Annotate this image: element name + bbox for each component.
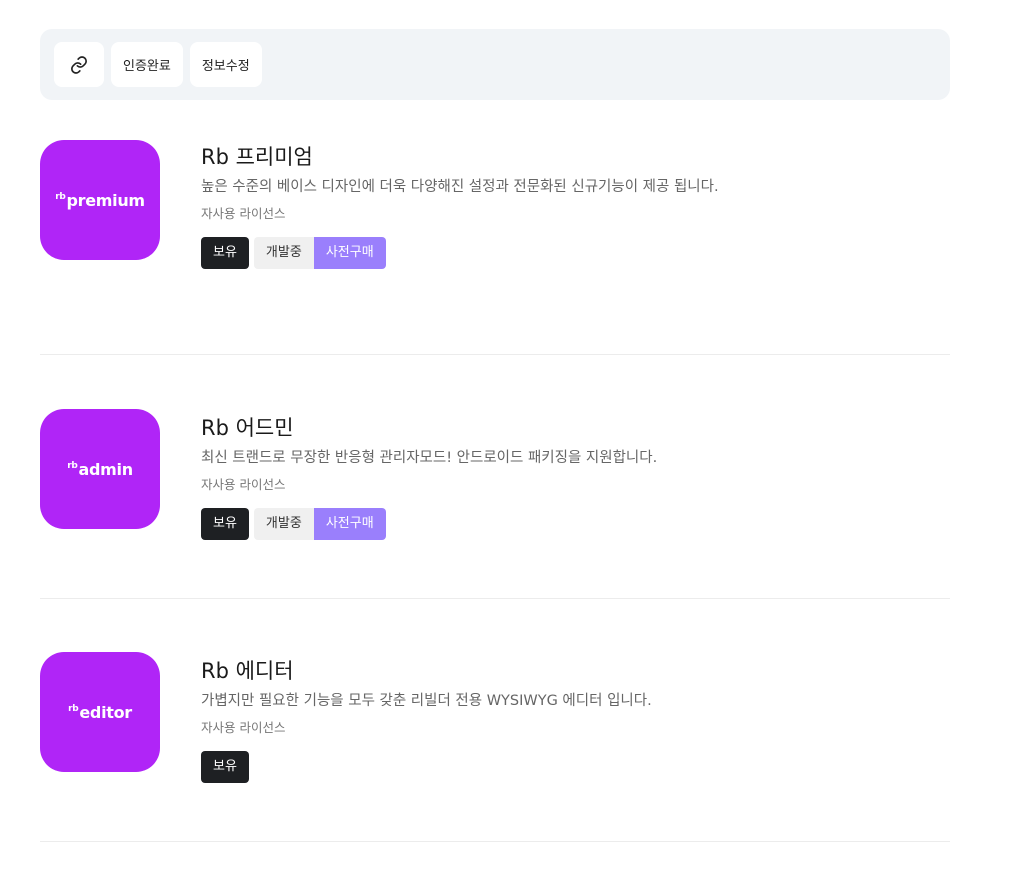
product-item-editor: rb editor Rb 에디터 가볍지만 필요한 기능을 모두 갖춘 리빌더 전…	[40, 652, 950, 842]
logo-prefix: rb	[68, 704, 79, 714]
product-description: 높은 수준의 베이스 디자인에 더욱 다양해진 설정과 전문화된 신규기능이 제…	[201, 179, 719, 195]
link-button[interactable]	[54, 42, 104, 87]
owned-badge: 보유	[201, 237, 249, 269]
product-title[interactable]: Rb 어드민	[201, 413, 901, 443]
product-license: 자사용 라이선스	[201, 477, 286, 492]
badge-group: 보유 개발중 사전구매	[201, 237, 901, 269]
product-title[interactable]: Rb 프리미엄	[201, 142, 901, 172]
product-description: 최신 트랜드로 무장한 반응형 관리자모드! 안드로이드 패키징을 지원합니다.	[201, 450, 658, 466]
verified-button[interactable]: 인증완료	[111, 42, 183, 87]
developing-badge: 개발중	[253, 508, 314, 540]
product-license: 자사용 라이선스	[201, 720, 286, 735]
product-info: Rb 프리미엄 높은 수준의 베이스 디자인에 더욱 다양해진 설정과 전문화된…	[201, 142, 901, 269]
editor-logo[interactable]: rb editor	[40, 652, 160, 772]
product-info: Rb 에디터 가볍지만 필요한 기능을 모두 갖춘 리빌더 전용 WYSIWYG…	[201, 656, 901, 783]
owned-badge: 보유	[201, 508, 249, 540]
link-icon	[71, 55, 87, 74]
premium-logo[interactable]: rb premium	[40, 140, 160, 260]
badge-group: 보유 개발중 사전구매	[201, 508, 901, 540]
preorder-badge[interactable]: 사전구매	[313, 508, 386, 540]
product-item-premium: rb premium Rb 프리미엄 높은 수준의 베이스 디자인에 더욱 다양해…	[40, 140, 950, 355]
logo-prefix: rb	[67, 461, 78, 471]
logo-word: editor	[79, 702, 132, 722]
badge-group: 보유	[201, 751, 901, 783]
product-item-admin: rb admin Rb 어드민 최신 트랜드로 무장한 반응형 관리자모드! 안드…	[40, 409, 950, 599]
toolbar: 인증완료 정보수정	[40, 29, 950, 100]
admin-logo[interactable]: rb admin	[40, 409, 160, 529]
logo-word: admin	[78, 459, 133, 479]
owned-badge: 보유	[201, 751, 249, 783]
product-description: 가볍지만 필요한 기능을 모두 갖춘 리빌더 전용 WYSIWYG 에디터 입니…	[201, 693, 652, 709]
developing-badge: 개발중	[253, 237, 314, 269]
product-title[interactable]: Rb 에디터	[201, 656, 901, 686]
preorder-badge[interactable]: 사전구매	[313, 237, 386, 269]
product-license: 자사용 라이선스	[201, 206, 286, 221]
product-info: Rb 어드민 최신 트랜드로 무장한 반응형 관리자모드! 안드로이드 패키징을…	[201, 413, 901, 540]
edit-info-button[interactable]: 정보수정	[189, 42, 262, 87]
logo-word: premium	[66, 190, 145, 210]
logo-prefix: rb	[55, 192, 66, 202]
